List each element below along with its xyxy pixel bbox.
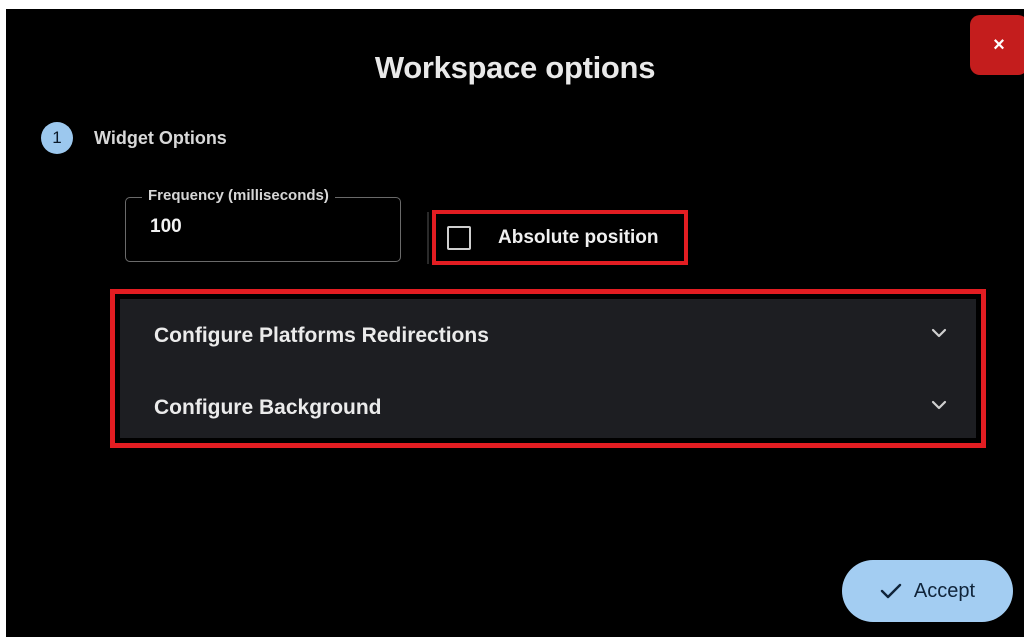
- absolute-position-checkbox[interactable]: [447, 225, 471, 250]
- absolute-position-highlight: Absolute position: [432, 210, 688, 265]
- dialog-title: Workspace options: [374, 50, 656, 85]
- step-number-badge: 1: [41, 122, 73, 154]
- check-icon: [880, 583, 902, 599]
- frequency-field[interactable]: Frequency (milliseconds) 100: [125, 187, 401, 262]
- accept-button[interactable]: Accept: [842, 560, 1013, 622]
- field-divider: [427, 212, 429, 264]
- accordion-item-label: Configure Background: [154, 396, 382, 419]
- chevron-down-icon: [931, 400, 947, 410]
- step-label: Widget Options: [94, 127, 227, 148]
- accordion-item-background[interactable]: Configure Background: [120, 371, 976, 441]
- chevron-down-icon: [931, 328, 947, 338]
- accordion-highlight: Configure Platforms Redirections Configu…: [110, 289, 986, 448]
- absolute-position-label[interactable]: Absolute position: [498, 227, 658, 249]
- accordion-item-platforms-redirections[interactable]: Configure Platforms Redirections: [120, 299, 976, 369]
- workspace-options-dialog: × Workspace options 1 Widget Options Fre…: [6, 9, 1024, 637]
- accordion-item-label: Configure Platforms Redirections: [154, 324, 489, 347]
- frequency-label: Frequency (milliseconds): [142, 187, 335, 204]
- step-header: 1 Widget Options: [41, 122, 227, 154]
- frequency-input[interactable]: 100: [150, 216, 182, 238]
- accordion-panel: Configure Platforms Redirections Configu…: [120, 299, 976, 438]
- accept-label: Accept: [913, 579, 976, 602]
